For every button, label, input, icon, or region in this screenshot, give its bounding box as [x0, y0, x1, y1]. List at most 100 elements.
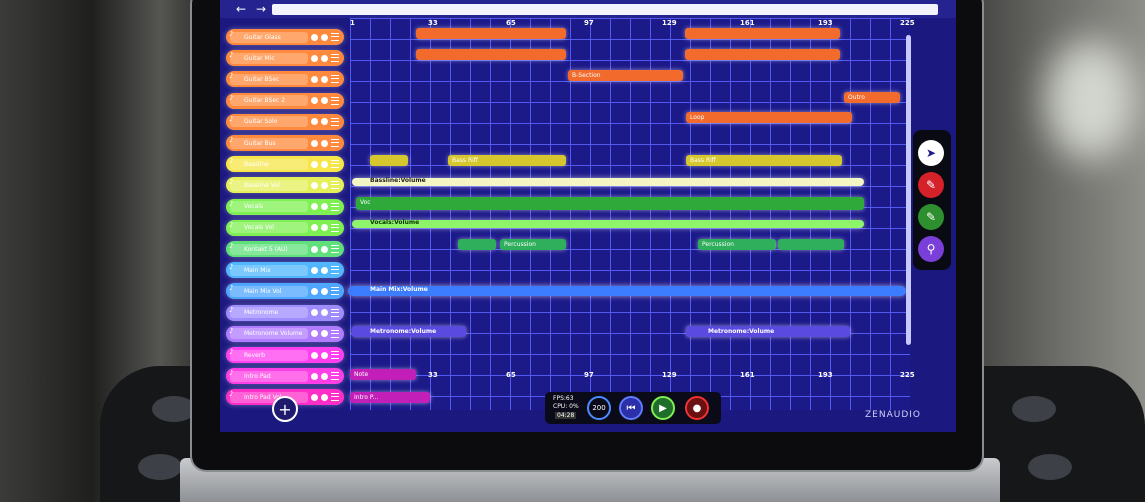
track-header[interactable]: ♪ Intro Pad: [226, 368, 344, 385]
track-name[interactable]: Metronome: [230, 307, 308, 319]
mute-button[interactable]: [311, 393, 318, 401]
track-menu-icon[interactable]: [331, 287, 339, 296]
solo-button[interactable]: [321, 181, 328, 189]
track-header[interactable]: ♪ Guitar Glass: [226, 29, 344, 45]
track-name[interactable]: Guitar Bus: [230, 137, 308, 149]
track-name[interactable]: Bassline: [230, 158, 308, 170]
track-menu-icon[interactable]: [331, 393, 339, 402]
track-menu-icon[interactable]: [331, 117, 339, 126]
track-name[interactable]: Reverb: [230, 349, 308, 361]
track-name[interactable]: Intro Pad: [230, 370, 308, 382]
solo-button[interactable]: [321, 54, 328, 62]
play-icon[interactable]: ▶: [651, 396, 675, 420]
track-menu-icon[interactable]: [331, 160, 339, 169]
mute-button[interactable]: [311, 160, 318, 168]
track-name[interactable]: Intro Pad Vol: [230, 391, 308, 403]
solo-button[interactable]: [321, 224, 328, 232]
track-name[interactable]: Vocals Vol: [230, 222, 308, 234]
track-header[interactable]: ♪ Bassline: [226, 156, 344, 173]
address-bar[interactable]: [272, 4, 938, 15]
automation-bassline-volume[interactable]: [352, 178, 864, 186]
automation-main-mix-volume[interactable]: [348, 286, 906, 296]
track-menu-icon[interactable]: [331, 54, 339, 63]
track-menu-icon[interactable]: [331, 372, 339, 381]
clip-bsection[interactable]: B-Section: [568, 70, 683, 81]
track-name[interactable]: Metronome Volume: [230, 328, 308, 340]
clip-percussion-1[interactable]: Percussion: [500, 239, 566, 250]
track-name[interactable]: Main Mix Vol: [230, 285, 308, 297]
solo-button[interactable]: [321, 118, 328, 126]
clip-guitar-glass-1[interactable]: [416, 28, 566, 39]
track-header[interactable]: ♪ Vocals: [226, 198, 344, 215]
forward-icon[interactable]: →: [256, 1, 266, 17]
track-name[interactable]: Kontakt 5 (AU): [230, 243, 308, 255]
solo-button[interactable]: [321, 266, 328, 274]
record-icon[interactable]: ●: [685, 396, 709, 420]
back-icon[interactable]: ←: [236, 1, 246, 17]
tempo-dial[interactable]: 200: [587, 396, 611, 420]
mute-button[interactable]: [311, 54, 318, 62]
solo-button[interactable]: [321, 245, 328, 253]
solo-button[interactable]: [321, 309, 328, 317]
track-header[interactable]: ♪ Reverb: [226, 347, 344, 363]
clip-kontakt-2[interactable]: [778, 239, 844, 250]
mute-button[interactable]: [311, 351, 318, 359]
solo-button[interactable]: [321, 351, 328, 359]
track-header[interactable]: ♪ Metronome Volume: [226, 325, 344, 342]
mute-button[interactable]: [311, 372, 318, 380]
track-name[interactable]: Guitar BSec 2: [230, 95, 308, 107]
solo-button[interactable]: [321, 139, 328, 147]
track-name[interactable]: Guitar BSec: [230, 73, 308, 85]
clip-vocals[interactable]: Voc: [356, 197, 864, 210]
track-menu-icon[interactable]: [331, 33, 339, 41]
track-header[interactable]: ♪ Guitar BSec: [226, 71, 344, 88]
solo-button[interactable]: [321, 393, 328, 401]
solo-button[interactable]: [321, 97, 328, 105]
track-header[interactable]: ♪ Vocals Vol: [226, 219, 344, 236]
track-header[interactable]: ♪ Guitar Solo: [226, 113, 344, 130]
mute-button[interactable]: [311, 330, 318, 338]
mute-button[interactable]: [311, 224, 318, 232]
track-name[interactable]: Guitar Solo: [230, 116, 308, 128]
clip-percussion-2[interactable]: Percussion: [698, 239, 776, 250]
track-name[interactable]: Main Mix: [230, 264, 308, 276]
mute-button[interactable]: [311, 266, 318, 274]
mute-button[interactable]: [311, 33, 318, 41]
clip-note[interactable]: Note: [350, 369, 416, 380]
track-menu-icon[interactable]: [331, 75, 339, 84]
track-menu-icon[interactable]: [331, 202, 339, 211]
clip-guitar-mic-2[interactable]: [685, 49, 840, 60]
track-menu-icon[interactable]: [331, 223, 339, 232]
mute-button[interactable]: [311, 139, 318, 147]
mute-button[interactable]: [311, 181, 318, 189]
track-name[interactable]: Vocals: [230, 201, 308, 213]
track-menu-icon[interactable]: [331, 351, 339, 359]
clip-guitar-glass-2[interactable]: [685, 28, 840, 39]
pencil-green-icon[interactable]: ✎: [918, 204, 944, 230]
track-name[interactable]: Guitar Mic: [230, 52, 308, 64]
track-header[interactable]: ♪ Main Mix Vol: [226, 283, 344, 300]
track-header[interactable]: ♪ Kontakt 5 (AU): [226, 241, 344, 257]
track-menu-icon[interactable]: [331, 329, 339, 338]
solo-button[interactable]: [321, 372, 328, 380]
solo-button[interactable]: [321, 160, 328, 168]
vertical-scrollbar[interactable]: [906, 35, 911, 345]
automation-vocals-volume[interactable]: [352, 220, 864, 228]
solo-button[interactable]: [321, 287, 328, 295]
clip-guitar-mic-1[interactable]: [416, 49, 566, 60]
track-name[interactable]: Bassline Vol: [230, 179, 308, 191]
add-track-button[interactable]: +: [272, 396, 298, 422]
track-menu-icon[interactable]: [331, 266, 339, 275]
rewind-icon[interactable]: ⏮: [619, 396, 643, 420]
track-header[interactable]: ♪ Main Mix: [226, 262, 344, 279]
solo-button[interactable]: [321, 33, 328, 41]
mute-button[interactable]: [311, 287, 318, 295]
solo-button[interactable]: [321, 330, 328, 338]
track-name[interactable]: Guitar Glass: [230, 31, 308, 43]
solo-button[interactable]: [321, 75, 328, 83]
pointer-icon[interactable]: ➤: [918, 140, 944, 166]
track-menu-icon[interactable]: [331, 245, 339, 253]
clip-intro-p[interactable]: Intro P...: [350, 392, 430, 403]
track-header[interactable]: ♪ Metronome: [226, 304, 344, 321]
track-menu-icon[interactable]: [331, 96, 339, 105]
